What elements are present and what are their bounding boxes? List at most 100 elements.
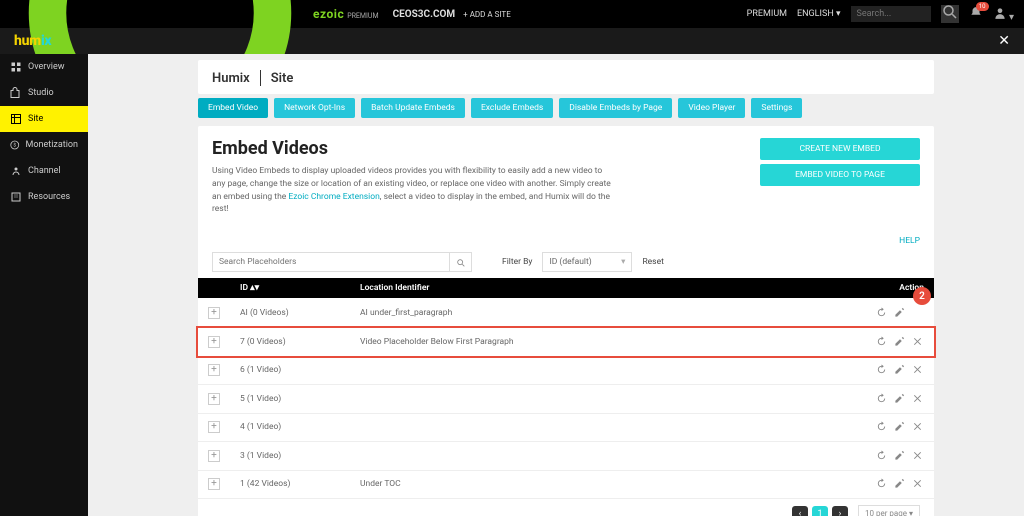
humix-logo-part2: ix <box>41 33 51 49</box>
brand-text: ezoic <box>313 7 344 21</box>
close-icon <box>912 364 923 375</box>
edit-button[interactable] <box>892 363 906 377</box>
delete-button[interactable] <box>910 391 924 405</box>
edit-button[interactable] <box>892 477 906 491</box>
tab-disable-by-page[interactable]: Disable Embeds by Page <box>559 98 672 118</box>
expand-row-button[interactable]: + <box>208 364 220 376</box>
expand-row-button[interactable]: + <box>208 421 220 433</box>
main-content: 2 Humix Site Embed Video Network Opt-Ins… <box>88 54 1024 516</box>
breadcrumb-humix[interactable]: Humix <box>212 71 250 86</box>
notif-badge: 10 <box>976 2 989 11</box>
search-icon <box>456 257 466 267</box>
breadcrumb: Humix Site <box>212 60 920 94</box>
th-expand <box>198 278 230 298</box>
table-row: +6 (1 Video) <box>198 356 934 385</box>
page-next-button[interactable]: › <box>832 506 848 516</box>
per-page-select[interactable]: 10 per page ▾ <box>858 505 920 516</box>
premium-link[interactable]: PREMIUM <box>747 9 787 19</box>
edit-button[interactable] <box>892 448 906 462</box>
filter-by-label: Filter By <box>502 257 532 267</box>
notifications-button[interactable]: 10 <box>969 6 983 23</box>
refresh-button[interactable] <box>874 477 888 491</box>
sidebar-item-overview[interactable]: Overview <box>0 54 88 80</box>
humix-logo[interactable]: humix <box>14 33 51 49</box>
tab-embed-video[interactable]: Embed Video <box>198 98 268 118</box>
sidebar-item-site[interactable]: Site <box>0 106 88 132</box>
global-search-input[interactable] <box>851 6 931 22</box>
edit-button[interactable] <box>892 391 906 405</box>
refresh-button[interactable] <box>874 391 888 405</box>
sidebar-item-channel[interactable]: Channel <box>0 158 88 184</box>
placeholder-search-input[interactable] <box>212 252 450 272</box>
th-id[interactable]: ID ▴▾ <box>230 278 350 298</box>
edit-button[interactable] <box>892 334 906 348</box>
sidebar-label: Resources <box>28 192 70 202</box>
help-link[interactable]: HELP <box>899 236 920 246</box>
breadcrumb-site[interactable]: Site <box>271 71 294 86</box>
refresh-button[interactable] <box>874 334 888 348</box>
cell-location <box>350 356 759 385</box>
table-row: +AI (0 Videos)AI under_first_paragraph <box>198 298 934 328</box>
page-number-1[interactable]: 1 <box>812 506 828 516</box>
top-bar: ezoic PREMIUM CEOS3C.COM + ADD A SITE PR… <box>0 0 1024 28</box>
reset-link[interactable]: Reset <box>642 257 663 267</box>
tab-batch-update[interactable]: Batch Update Embeds <box>361 98 465 118</box>
close-icon <box>912 450 923 461</box>
dashboard-icon <box>10 61 22 73</box>
filter-by-select[interactable]: ID (default) ▾ <box>542 252 632 272</box>
tab-video-player[interactable]: Video Player <box>678 98 745 118</box>
table-row: +4 (1 Video) <box>198 413 934 442</box>
refresh-button[interactable] <box>874 306 888 320</box>
global-search-button[interactable] <box>941 5 959 23</box>
pencil-icon <box>894 478 905 489</box>
tab-exclude-embeds[interactable]: Exclude Embeds <box>471 98 553 118</box>
expand-row-button[interactable]: + <box>208 307 220 319</box>
delete-button[interactable] <box>910 334 924 348</box>
book-icon <box>10 191 22 203</box>
close-button[interactable]: ✕ <box>998 33 1010 49</box>
refresh-button[interactable] <box>874 420 888 434</box>
channel-icon <box>10 165 22 177</box>
tab-settings[interactable]: Settings <box>751 98 802 118</box>
add-site-link[interactable]: + ADD A SITE <box>463 10 511 19</box>
expand-row-button[interactable]: + <box>208 478 220 490</box>
current-site[interactable]: CEOS3C.COM <box>393 9 456 20</box>
dollar-icon: $ <box>10 139 20 151</box>
refresh-button[interactable] <box>874 363 888 377</box>
language-selector[interactable]: ENGLISH ▾ <box>797 9 840 19</box>
refresh-icon <box>876 421 887 432</box>
sidebar-item-studio[interactable]: Studio <box>0 80 88 106</box>
tab-network-optins[interactable]: Network Opt-Ins <box>274 98 355 118</box>
edit-button[interactable] <box>892 420 906 434</box>
delete-button[interactable] <box>910 477 924 491</box>
create-new-embed-button[interactable]: CREATE NEW EMBED <box>760 138 920 160</box>
user-icon <box>993 6 1007 20</box>
cell-actions <box>759 385 934 414</box>
expand-row-button[interactable]: + <box>208 450 220 462</box>
th-location[interactable]: Location Identifier <box>350 278 759 298</box>
delete-button[interactable] <box>910 363 924 377</box>
expand-row-button[interactable]: + <box>208 336 220 348</box>
delete-button[interactable] <box>910 448 924 462</box>
sidebar-item-monetization[interactable]: $ Monetization <box>0 132 88 158</box>
table-row: +7 (0 Videos)Video Placeholder Below Fir… <box>198 328 934 357</box>
cell-actions <box>759 442 934 471</box>
sidebar-item-resources[interactable]: Resources <box>0 184 88 210</box>
brand-sub: PREMIUM <box>347 12 378 20</box>
cell-actions <box>759 413 934 442</box>
delete-button[interactable] <box>910 420 924 434</box>
edit-button[interactable] <box>892 306 906 320</box>
refresh-icon <box>876 336 887 347</box>
cell-id: 4 (1 Video) <box>230 413 350 442</box>
refresh-button[interactable] <box>874 448 888 462</box>
chrome-extension-link[interactable]: Ezoic Chrome Extension <box>288 192 379 202</box>
refresh-icon <box>876 478 887 489</box>
pencil-icon <box>894 364 905 375</box>
placeholder-search-button[interactable] <box>450 252 472 272</box>
toolbar: Filter By ID (default) ▾ Reset <box>198 246 934 278</box>
user-menu[interactable]: ▾ <box>993 6 1015 23</box>
chevron-right-icon: › <box>839 509 842 516</box>
embed-video-to-page-button[interactable]: EMBED VIDEO TO PAGE <box>760 164 920 186</box>
page-prev-button[interactable]: ‹ <box>792 506 808 516</box>
expand-row-button[interactable]: + <box>208 393 220 405</box>
